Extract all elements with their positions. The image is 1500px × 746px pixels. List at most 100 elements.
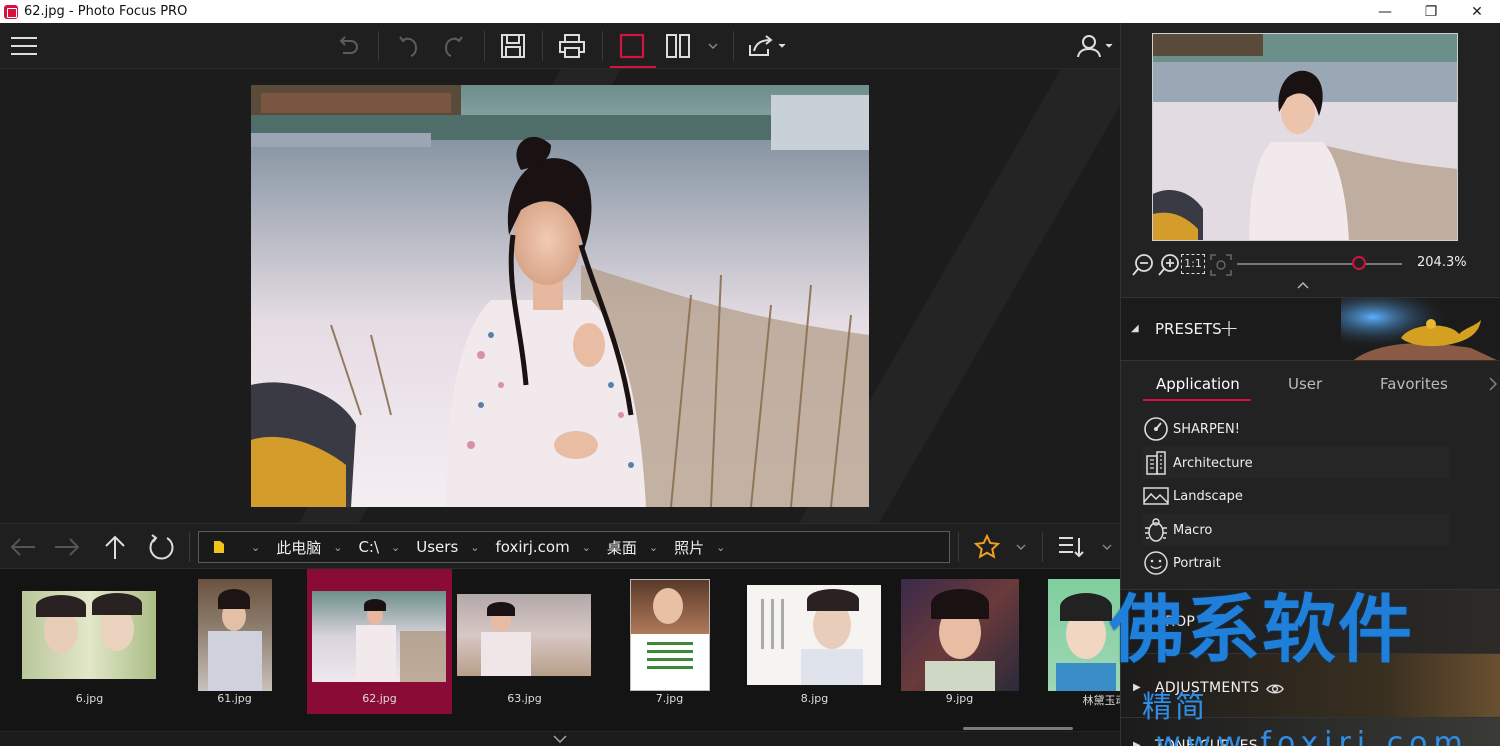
- share-icon: [749, 35, 786, 56]
- breadcrumb-item-this-pc[interactable]: 此电脑 ⌄: [272, 537, 354, 558]
- thumbnail-caption: 9.jpg: [945, 692, 974, 705]
- zoom-out-button[interactable]: [1131, 253, 1155, 277]
- thumbnail-caption: 林黛玉动: [1082, 694, 1121, 707]
- app-window: 62.jpg - Photo Focus PRO — ❐ ✕ ⌄ 此电脑 ⌄ C…: [0, 0, 1500, 746]
- thumbnail-item[interactable]: 8.jpg: [742, 569, 887, 714]
- breadcrumb-item-photos[interactable]: 照片 ⌄: [670, 537, 737, 558]
- tab-user[interactable]: User: [1288, 375, 1322, 393]
- preset-item-sharpen[interactable]: SHARPEN!: [1143, 413, 1449, 445]
- chevron-up-icon[interactable]: [1297, 282, 1309, 289]
- fit-to-window-button[interactable]: [1209, 253, 1233, 277]
- chevron-down-icon[interactable]: ⌄: [391, 541, 400, 554]
- tone-curves-section-header[interactable]: ▶ TONE CURVES: [1121, 717, 1500, 746]
- thumbnail-item[interactable]: 6.jpg: [17, 569, 162, 714]
- redo-button[interactable]: [436, 29, 472, 63]
- account-button[interactable]: [1072, 29, 1118, 63]
- crop-section-header[interactable]: ▶ CROP: [1121, 589, 1500, 653]
- thumbnail-item[interactable]: 林黛玉动: [1032, 569, 1120, 714]
- share-button[interactable]: [744, 29, 792, 63]
- add-preset-button[interactable]: +: [1219, 314, 1239, 342]
- folder-navigation-bar: ⌄ 此电脑 ⌄ C:\ ⌄ Users ⌄ foxirj.com ⌄ 桌面 ⌄: [0, 523, 1120, 569]
- split-view-button[interactable]: [660, 29, 696, 63]
- filmstrip-scrollbar[interactable]: [963, 727, 1073, 730]
- thumbnail-item[interactable]: 9.jpg: [887, 569, 1032, 714]
- zoom-in-button[interactable]: [1157, 253, 1181, 277]
- thumbnail-item[interactable]: 7.jpg: [597, 569, 742, 714]
- presets-header[interactable]: ◢ PRESETS +: [1121, 297, 1500, 361]
- preset-item-portrait[interactable]: Portrait: [1143, 547, 1449, 579]
- maximize-button[interactable]: ❐: [1408, 0, 1454, 23]
- menu-button[interactable]: [6, 29, 42, 63]
- undo-button[interactable]: [390, 29, 426, 63]
- preset-item-architecture[interactable]: Architecture: [1143, 447, 1449, 479]
- breadcrumb-label: C:\: [358, 538, 380, 556]
- expand-triangle-icon: ▶: [1133, 740, 1141, 746]
- save-button[interactable]: [495, 29, 531, 63]
- actual-size-button[interactable]: 1:1: [1181, 254, 1205, 274]
- arrow-left-icon: [10, 538, 35, 556]
- navigator-preview[interactable]: [1152, 33, 1458, 241]
- app-logo-icon: [4, 4, 18, 19]
- preset-label: SHARPEN!: [1173, 421, 1240, 437]
- sort-button[interactable]: [1054, 530, 1088, 564]
- breadcrumb-item-c-drive[interactable]: C:\ ⌄: [354, 538, 412, 556]
- zoom-slider-track[interactable]: [1237, 263, 1402, 265]
- tab-application[interactable]: Application: [1156, 375, 1240, 393]
- eye-icon[interactable]: [1266, 682, 1284, 696]
- breadcrumb-root[interactable]: ⌄: [199, 540, 272, 554]
- building-icon: [1143, 450, 1169, 476]
- chevron-down-icon[interactable]: [553, 735, 567, 743]
- image-canvas[interactable]: [0, 69, 1120, 523]
- preset-item-landscape[interactable]: Landscape: [1143, 480, 1449, 512]
- forward-button[interactable]: [50, 530, 84, 564]
- sort-dropdown[interactable]: [1094, 530, 1120, 564]
- tab-favorites[interactable]: Favorites: [1380, 375, 1448, 393]
- breadcrumb-item-desktop[interactable]: 桌面 ⌄: [603, 537, 670, 558]
- single-view-icon: [619, 33, 645, 59]
- navigator-preview-image: [1153, 34, 1457, 240]
- up-folder-button[interactable]: [98, 530, 132, 564]
- collapse-triangle-icon: ◢: [1131, 323, 1139, 334]
- view-mode-dropdown[interactable]: [700, 29, 726, 63]
- chevron-right-icon[interactable]: [1489, 377, 1497, 391]
- zoom-controls: 1:1 204.3%: [1121, 249, 1500, 289]
- thumbnail-item-selected[interactable]: 62.jpg: [307, 569, 452, 714]
- single-view-button[interactable]: [614, 29, 650, 63]
- chevron-down-icon[interactable]: ⌄: [470, 541, 479, 554]
- print-button[interactable]: [554, 29, 590, 63]
- filmstrip-toggle-bar[interactable]: [0, 731, 1120, 746]
- preset-item-macro[interactable]: Macro: [1143, 514, 1449, 546]
- thumbnail-item[interactable]: 61.jpg: [162, 569, 307, 714]
- chevron-down-icon: [1102, 544, 1112, 550]
- chevron-down-icon[interactable]: ⌄: [582, 541, 591, 554]
- right-panel: 1:1 204.3% ◢ PRESETS + Application User …: [1120, 23, 1500, 746]
- magic-lamp-icon: [1341, 298, 1500, 360]
- favorites-dropdown[interactable]: [1008, 530, 1034, 564]
- breadcrumb-item-user-folder[interactable]: foxirj.com ⌄: [492, 538, 603, 556]
- undo-all-button[interactable]: [330, 29, 366, 63]
- refresh-button[interactable]: [144, 530, 178, 564]
- chevron-down-icon[interactable]: ⌄: [649, 541, 658, 554]
- thumbnail-image: [747, 585, 881, 685]
- save-icon: [501, 34, 525, 58]
- adjustments-section-header[interactable]: ▶ ADJUSTMENTS: [1121, 653, 1500, 717]
- thumbnail-item[interactable]: 63.jpg: [452, 569, 597, 714]
- thumbnail-filmstrip[interactable]: 6.jpg 61.jpg 62.jpg 63.jpg 7.jpg 8.jpg 9…: [0, 569, 1120, 731]
- thumbnail-image: [457, 594, 591, 676]
- minimize-button[interactable]: —: [1362, 0, 1408, 23]
- chevron-down-icon[interactable]: ⌄: [251, 541, 260, 554]
- toolbar-divider: [733, 31, 734, 61]
- main-photo[interactable]: [251, 85, 869, 507]
- back-button[interactable]: [6, 530, 40, 564]
- zoom-slider-handle[interactable]: [1352, 256, 1367, 270]
- nav-divider: [1042, 532, 1043, 562]
- chevron-down-icon[interactable]: ⌄: [333, 541, 342, 554]
- chevron-down-icon[interactable]: ⌄: [716, 541, 725, 554]
- toolbar-divider: [378, 31, 379, 61]
- favorites-filter-button[interactable]: [970, 530, 1004, 564]
- bug-icon: [1143, 517, 1169, 543]
- breadcrumb-item-users[interactable]: Users ⌄: [412, 538, 491, 556]
- refresh-icon: [149, 534, 174, 560]
- close-button[interactable]: ✕: [1454, 0, 1500, 23]
- portrait-photo-image: [251, 85, 869, 507]
